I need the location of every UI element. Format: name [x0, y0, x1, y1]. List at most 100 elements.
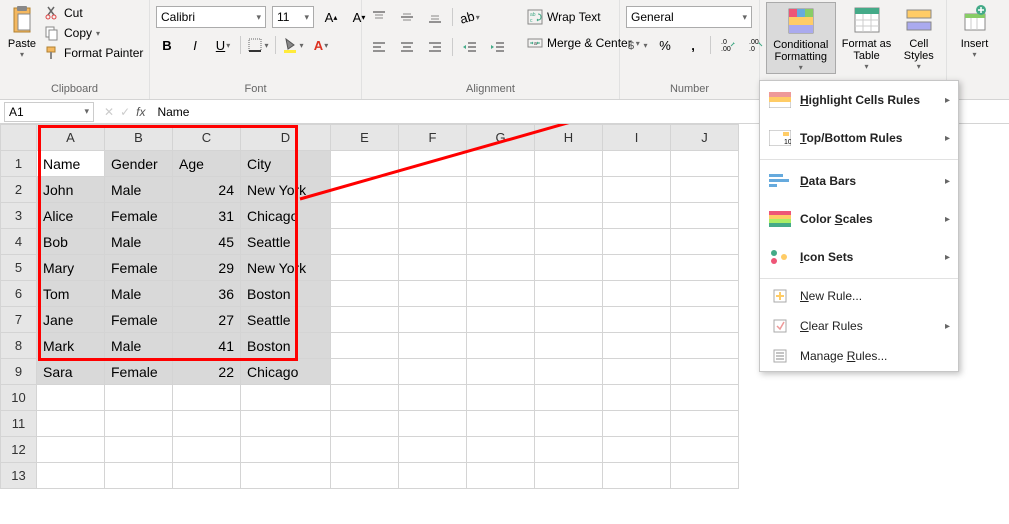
cell[interactable]	[535, 281, 603, 307]
cell[interactable]	[241, 463, 331, 489]
cell[interactable]: Chicago	[241, 203, 331, 229]
cell[interactable]	[467, 177, 535, 203]
menu-color-scales[interactable]: Color Scales ▸	[760, 200, 958, 238]
cell[interactable]	[331, 151, 399, 177]
cell[interactable]	[331, 255, 399, 281]
cell[interactable]	[331, 463, 399, 489]
cell[interactable]: Boston	[241, 281, 331, 307]
cell[interactable]	[331, 437, 399, 463]
font-size-combo[interactable]: 11▾	[272, 6, 314, 28]
cell[interactable]: Female	[105, 203, 173, 229]
cell[interactable]	[399, 229, 467, 255]
increase-decimal-button[interactable]: .0.00	[717, 34, 739, 56]
cell[interactable]: 45	[173, 229, 241, 255]
cell[interactable]	[603, 463, 671, 489]
cell[interactable]: Female	[105, 255, 173, 281]
cell[interactable]	[467, 437, 535, 463]
menu-data-bars[interactable]: Data Bars ▸	[760, 162, 958, 200]
cell[interactable]	[173, 411, 241, 437]
cell[interactable]	[105, 385, 173, 411]
cell[interactable]	[535, 463, 603, 489]
cell[interactable]: Name	[37, 151, 105, 177]
cell[interactable]: Boston	[241, 333, 331, 359]
cell[interactable]: 24	[173, 177, 241, 203]
cell[interactable]	[535, 177, 603, 203]
cell[interactable]	[535, 307, 603, 333]
cell[interactable]: Age	[173, 151, 241, 177]
bold-button[interactable]: B	[156, 34, 178, 56]
column-header[interactable]: F	[399, 125, 467, 151]
cell[interactable]	[105, 463, 173, 489]
font-name-combo[interactable]: Calibri▾	[156, 6, 266, 28]
menu-icon-sets[interactable]: Icon Sets ▸	[760, 238, 958, 276]
select-all-corner[interactable]	[1, 125, 37, 151]
name-box[interactable]: A1▾	[4, 102, 94, 122]
cell[interactable]	[535, 385, 603, 411]
cell[interactable]	[399, 255, 467, 281]
cell[interactable]: Male	[105, 281, 173, 307]
align-center-button[interactable]	[396, 36, 418, 58]
comma-button[interactable]: ,	[682, 34, 704, 56]
cell[interactable]	[467, 463, 535, 489]
cell[interactable]: Gender	[105, 151, 173, 177]
cell[interactable]	[603, 359, 671, 385]
cell[interactable]: 22	[173, 359, 241, 385]
cell[interactable]	[671, 463, 739, 489]
cell[interactable]	[603, 177, 671, 203]
menu-clear-rules[interactable]: Clear Rules ▸	[760, 311, 958, 341]
cell[interactable]	[173, 463, 241, 489]
column-header[interactable]: D	[241, 125, 331, 151]
cell[interactable]	[399, 411, 467, 437]
cell[interactable]	[467, 385, 535, 411]
cell[interactable]	[603, 411, 671, 437]
cell[interactable]	[467, 333, 535, 359]
cell[interactable]	[535, 255, 603, 281]
cell[interactable]	[671, 307, 739, 333]
cell[interactable]	[603, 229, 671, 255]
cell[interactable]	[671, 385, 739, 411]
cell[interactable]	[671, 229, 739, 255]
cell[interactable]: Male	[105, 333, 173, 359]
menu-highlight-cells-rules[interactable]: Highlight Cells Rules ▸	[760, 81, 958, 119]
cell[interactable]: Chicago	[241, 359, 331, 385]
borders-button[interactable]: ▾	[247, 34, 269, 56]
cell[interactable]	[603, 307, 671, 333]
cell[interactable]	[603, 385, 671, 411]
cell[interactable]	[37, 411, 105, 437]
cell[interactable]: Female	[105, 359, 173, 385]
font-color-button[interactable]: A ▾	[310, 34, 332, 56]
cell[interactable]	[467, 359, 535, 385]
cell[interactable]	[671, 437, 739, 463]
cell[interactable]: Jane	[37, 307, 105, 333]
copy-button[interactable]: Copy ▾	[42, 24, 145, 42]
underline-button[interactable]: U▾	[212, 34, 234, 56]
cell[interactable]	[535, 359, 603, 385]
align-left-button[interactable]	[368, 36, 390, 58]
cell[interactable]	[671, 177, 739, 203]
cell[interactable]: Mark	[37, 333, 105, 359]
column-header[interactable]: J	[671, 125, 739, 151]
cell[interactable]	[467, 411, 535, 437]
row-header[interactable]: 9	[1, 359, 37, 385]
cell[interactable]	[603, 437, 671, 463]
cell[interactable]	[399, 307, 467, 333]
column-header[interactable]: G	[467, 125, 535, 151]
row-header[interactable]: 1	[1, 151, 37, 177]
align-middle-button[interactable]	[396, 6, 418, 28]
cell[interactable]	[241, 411, 331, 437]
align-bottom-button[interactable]	[424, 6, 446, 28]
cell[interactable]	[399, 437, 467, 463]
italic-button[interactable]: I	[184, 34, 206, 56]
cell[interactable]	[331, 307, 399, 333]
cell[interactable]	[535, 411, 603, 437]
cell[interactable]	[399, 333, 467, 359]
cell[interactable]	[467, 281, 535, 307]
cell[interactable]	[399, 463, 467, 489]
cell[interactable]: Bob	[37, 229, 105, 255]
cell[interactable]	[37, 437, 105, 463]
insert-function-icon[interactable]: fx	[136, 105, 145, 119]
orientation-button[interactable]: ab▾	[459, 6, 481, 28]
row-header[interactable]: 13	[1, 463, 37, 489]
cell[interactable]	[105, 411, 173, 437]
cell[interactable]: Female	[105, 307, 173, 333]
